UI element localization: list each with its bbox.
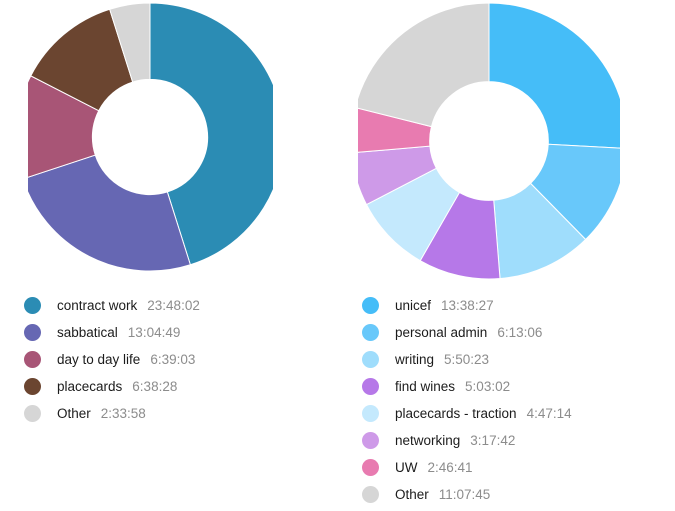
legend-text: day to day life 6:39:03 — [57, 352, 195, 367]
legend-item-label: networking — [395, 433, 461, 448]
legend-item[interactable]: placecards - traction 4:47:14 — [362, 400, 675, 427]
legend-item-duration: 2:33:58 — [100, 406, 146, 421]
legend-item[interactable]: sabbatical 13:04:49 — [24, 319, 340, 346]
legend-item-duration: 6:39:03 — [150, 352, 196, 367]
donut-slice[interactable] — [28, 154, 192, 272]
legend-item[interactable]: find wines 5:03:02 — [362, 373, 675, 400]
legend-color-swatch — [24, 378, 41, 395]
legend-text: placecards - traction 4:47:14 — [395, 406, 572, 421]
legend-item-duration: 2:46:41 — [427, 460, 473, 475]
legend-item-duration: 3:17:42 — [470, 433, 516, 448]
left-donut-svg — [28, 2, 273, 272]
legend-item-label: unicef — [395, 298, 432, 313]
legend-color-swatch — [362, 351, 379, 368]
legend-item-duration: 23:48:02 — [147, 298, 200, 313]
legend-item-duration: 4:47:14 — [526, 406, 572, 421]
donut-slice[interactable] — [488, 2, 620, 149]
legend-item[interactable]: personal admin 6:13:06 — [362, 319, 675, 346]
legend-color-swatch — [362, 486, 379, 503]
legend-text: sabbatical 13:04:49 — [57, 325, 180, 340]
legend-item-duration: 5:03:02 — [465, 379, 511, 394]
legend-item[interactable]: placecards 6:38:28 — [24, 373, 340, 400]
legend-item-duration: 6:38:28 — [132, 379, 178, 394]
legend-item[interactable]: unicef 13:38:27 — [362, 292, 675, 319]
legend-item-duration: 6:13:06 — [497, 325, 543, 340]
legend-text: Other 11:07:45 — [395, 487, 490, 502]
legend-item[interactable]: day to day life 6:39:03 — [24, 346, 340, 373]
left-chart-panel: contract work 23:48:02 sabbatical 13:04:49 d… — [0, 0, 340, 511]
legend-item-label: find wines — [395, 379, 456, 394]
legend-text: Other 2:33:58 — [57, 406, 146, 421]
legend-item-label: Other — [57, 406, 91, 421]
legend-color-swatch — [24, 297, 41, 314]
legend-color-swatch — [362, 378, 379, 395]
legend-text: placecards 6:38:28 — [57, 379, 177, 394]
legend-text: networking 3:17:42 — [395, 433, 515, 448]
legend-color-swatch — [24, 405, 41, 422]
left-donut-chart[interactable] — [28, 2, 273, 277]
legend-item-duration: 5:50:23 — [444, 352, 490, 367]
legend-text: find wines 5:03:02 — [395, 379, 510, 394]
charts-container: contract work 23:48:02 sabbatical 13:04:49 d… — [0, 0, 675, 511]
legend-item-duration: 11:07:45 — [438, 487, 491, 502]
donut-slice[interactable] — [358, 2, 490, 128]
legend-text: unicef 13:38:27 — [395, 298, 494, 313]
legend-color-swatch — [24, 324, 41, 341]
legend-item-label: sabbatical — [57, 325, 118, 340]
legend-item-label: day to day life — [57, 352, 141, 367]
legend-item-label: UW — [395, 460, 418, 475]
legend-item-label: contract work — [57, 298, 138, 313]
left-donut-slices — [28, 2, 273, 272]
legend-item-label: placecards — [57, 379, 123, 394]
legend-item-label: Other — [395, 487, 429, 502]
legend-color-swatch — [362, 432, 379, 449]
legend-item[interactable]: Other 11:07:45 — [362, 481, 675, 508]
left-chart-legend: contract work 23:48:02 sabbatical 13:04:49 d… — [0, 292, 340, 427]
legend-color-swatch — [362, 405, 379, 422]
right-chart-panel: unicef 13:38:27 personal admin 6:13:06 writi… — [340, 0, 675, 511]
legend-item-label: personal admin — [395, 325, 488, 340]
legend-item[interactable]: Other 2:33:58 — [24, 400, 340, 427]
legend-item[interactable]: writing 5:50:23 — [362, 346, 675, 373]
legend-text: contract work 23:48:02 — [57, 298, 200, 313]
legend-item[interactable]: contract work 23:48:02 — [24, 292, 340, 319]
legend-item-label: writing — [395, 352, 435, 367]
legend-text: UW 2:46:41 — [395, 460, 473, 475]
legend-color-swatch — [362, 459, 379, 476]
right-chart-legend: unicef 13:38:27 personal admin 6:13:06 writi… — [340, 292, 675, 508]
legend-text: writing 5:50:23 — [395, 352, 489, 367]
legend-item-duration: 13:38:27 — [441, 298, 494, 313]
legend-text: personal admin 6:13:06 — [395, 325, 542, 340]
legend-item-label: placecards - traction — [395, 406, 517, 421]
legend-color-swatch — [24, 351, 41, 368]
right-donut-slices — [358, 2, 620, 280]
right-donut-chart[interactable] — [358, 2, 620, 280]
legend-color-swatch — [362, 297, 379, 314]
right-donut-svg — [358, 2, 620, 280]
legend-color-swatch — [362, 324, 379, 341]
legend-item[interactable]: networking 3:17:42 — [362, 427, 675, 454]
legend-item[interactable]: UW 2:46:41 — [362, 454, 675, 481]
legend-item-duration: 13:04:49 — [127, 325, 181, 340]
